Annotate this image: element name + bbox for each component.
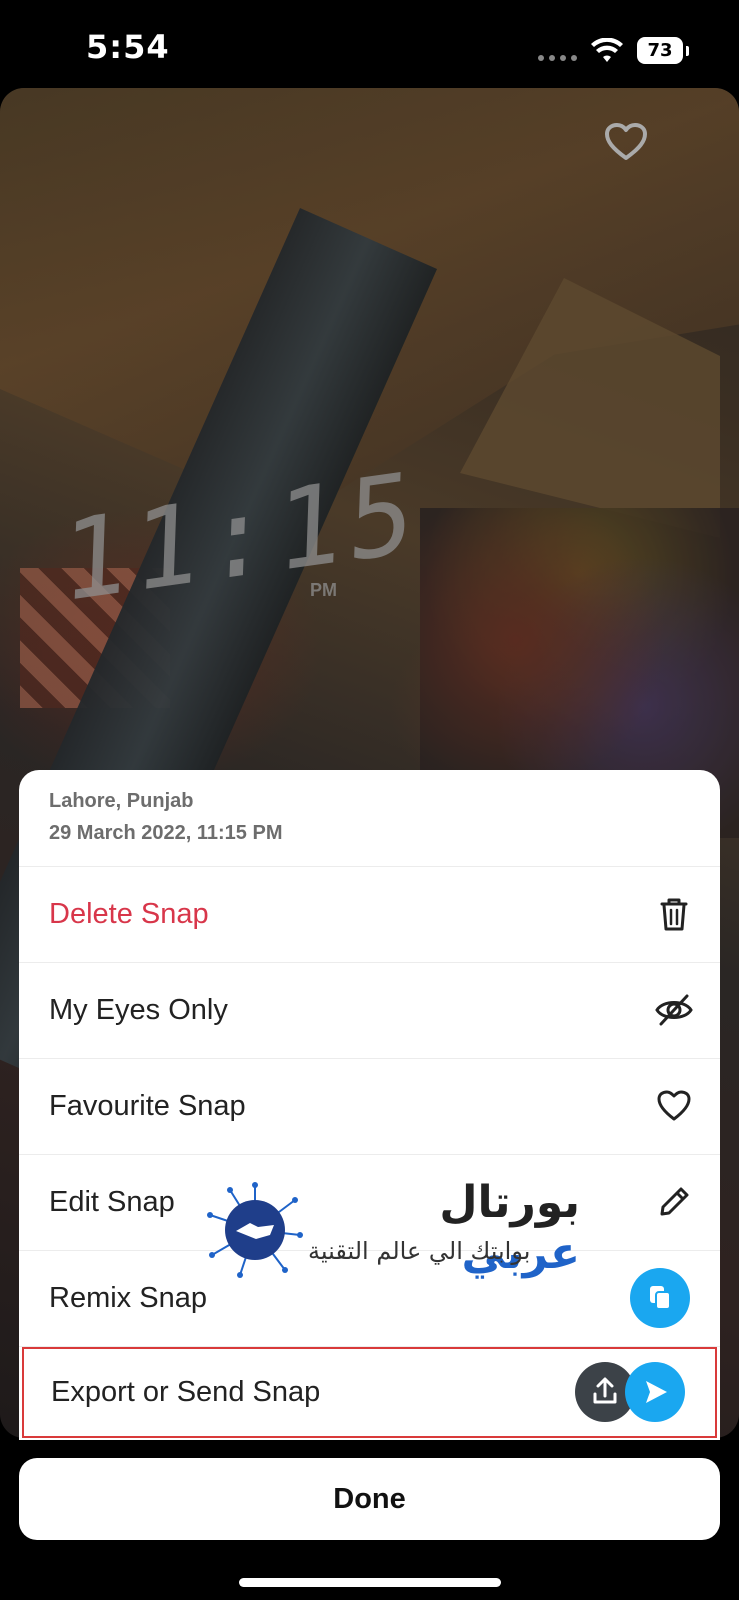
snap-options-sheet: Lahore, Punjab 29 March 2022, 11:15 PM D… [19,770,720,1440]
done-button[interactable]: Done [19,1458,720,1540]
heart-icon [657,1090,691,1121]
photo-clock-digits: 11:15 [59,446,422,628]
delete-snap-button[interactable]: Delete Snap [19,867,720,963]
send-icon[interactable] [625,1362,685,1422]
sheet-header: Lahore, Punjab 29 March 2022, 11:15 PM [19,770,720,867]
battery-tip [686,46,689,56]
eye-slash-icon [655,994,693,1026]
wifi-icon [591,38,623,62]
home-indicator[interactable] [239,1578,501,1587]
remix-snap-button[interactable]: Remix Snap [19,1251,720,1347]
favourite-heart-icon[interactable] [604,122,648,162]
battery-indicator: 73 [637,37,683,64]
menu-item-label: Remix Snap [49,1282,207,1314]
status-bar: 5:54 73 [0,0,739,90]
menu-item-label: Delete Snap [49,898,209,930]
trash-icon [660,898,688,931]
my-eyes-only-button[interactable]: My Eyes Only [19,963,720,1059]
export-or-send-snap-button[interactable]: Export or Send Snap [22,1347,717,1438]
menu-item-label: My Eyes Only [49,994,228,1026]
edit-snap-button[interactable]: Edit Snap [19,1155,720,1251]
menu-item-label: Export or Send Snap [51,1376,321,1408]
snap-location: Lahore, Punjab [49,790,194,812]
photo-clock-suffix: PM [310,580,337,600]
remix-icon [630,1268,690,1328]
menu-item-label: Edit Snap [49,1186,175,1218]
menu-item-label: Favourite Snap [49,1090,246,1122]
pencil-icon [660,1187,689,1216]
cellular-signal-icon [538,55,577,61]
snap-datetime: 29 March 2022, 11:15 PM [49,822,283,844]
favourite-snap-button[interactable]: Favourite Snap [19,1059,720,1155]
status-time: 5:54 [86,28,170,66]
